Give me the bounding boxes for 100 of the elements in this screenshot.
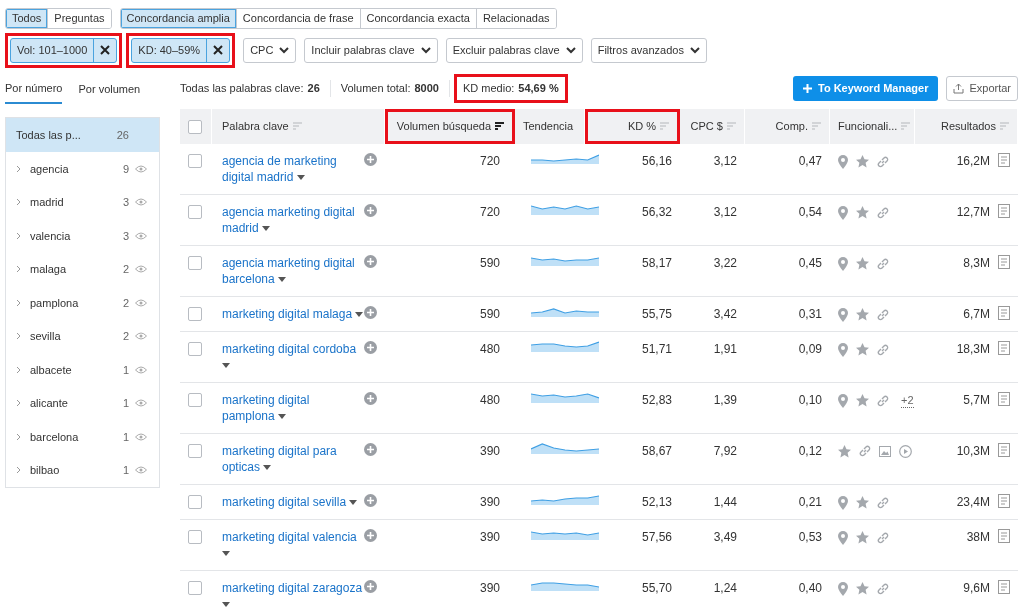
serp-report-icon[interactable] <box>998 152 1010 167</box>
match-tab[interactable]: Todos <box>6 9 49 28</box>
row-checkbox[interactable] <box>188 153 202 168</box>
keyword-link[interactable]: agencia marketing digital madrid <box>222 203 364 236</box>
trend-sparkline <box>531 528 599 540</box>
chevron-down-icon <box>420 46 431 54</box>
group-tab[interactable]: Por número <box>5 77 63 104</box>
group-count: 26 <box>116 127 129 143</box>
caret-down-icon[interactable] <box>296 174 305 180</box>
row-checkbox[interactable] <box>188 204 202 219</box>
serp-report-icon[interactable] <box>998 340 1010 355</box>
more-features-link[interactable]: +2 <box>901 393 914 408</box>
row-checkbox[interactable] <box>188 580 202 595</box>
filter-dropdown[interactable]: Filtros avanzados <box>590 38 707 63</box>
caret-down-icon[interactable] <box>278 413 287 419</box>
kd-value: 55,75 <box>641 305 672 322</box>
add-circle-icon[interactable] <box>364 152 377 166</box>
add-circle-icon[interactable] <box>364 493 377 507</box>
keyword-link[interactable]: marketing digital zaragoza <box>222 579 364 612</box>
stat-value: 26 <box>307 82 320 95</box>
column-header[interactable]: KD % <box>585 108 680 144</box>
group-item[interactable]: valencia 3 <box>6 219 159 253</box>
caret-down-icon[interactable] <box>263 464 272 470</box>
serp-report-icon[interactable] <box>998 493 1010 508</box>
add-circle-icon[interactable] <box>364 442 377 456</box>
keyword-link[interactable]: marketing digital para opticas <box>222 442 364 475</box>
keyword-link[interactable]: marketing digital valencia <box>222 528 364 561</box>
add-circle-icon[interactable] <box>364 203 377 217</box>
add-circle-icon[interactable] <box>364 340 377 354</box>
serp-report-icon[interactable] <box>998 528 1010 543</box>
column-label: Volumen búsqueda <box>396 118 491 134</box>
filter-dropdown[interactable]: Excluir palabras clave <box>445 38 583 63</box>
caret-down-icon[interactable] <box>349 499 358 505</box>
row-checkbox[interactable] <box>188 392 202 407</box>
chevron-down-icon <box>279 46 290 54</box>
filter-chip[interactable]: KD: 40–59% <box>131 38 231 63</box>
keyword-link[interactable]: agencia de marketing digital madrid <box>222 152 364 185</box>
column-header[interactable]: Tendencia <box>515 108 585 144</box>
serp-report-icon[interactable] <box>998 442 1010 457</box>
trend-sparkline <box>531 340 599 352</box>
group-item[interactable]: sevilla 2 <box>6 319 159 353</box>
filter-dropdown[interactable]: Incluir palabras clave <box>304 38 438 63</box>
group-label: malaga <box>30 262 68 277</box>
serp-report-icon[interactable] <box>998 254 1010 269</box>
group-item[interactable]: agencia 9 <box>6 152 159 186</box>
group-item[interactable]: barcelona 1 <box>6 420 159 454</box>
caret-down-icon[interactable] <box>222 550 230 556</box>
group-item[interactable]: alicante 1 <box>6 386 159 420</box>
filter-chip[interactable]: Vol: 101–1000 <box>10 38 118 63</box>
competition-value: 0,10 <box>798 391 822 408</box>
serp-report-icon[interactable] <box>998 579 1010 594</box>
stat-label: KD medio: <box>462 81 515 97</box>
group-item[interactable]: pamplona 2 <box>6 286 159 320</box>
add-circle-icon[interactable] <box>364 579 377 593</box>
caret-down-icon[interactable] <box>222 362 230 368</box>
add-circle-icon[interactable] <box>364 254 377 268</box>
caret-down-icon[interactable] <box>222 601 230 607</box>
select-all-checkbox[interactable] <box>188 119 202 134</box>
match-tab[interactable]: Concordancia amplia <box>120 9 237 28</box>
chevron-right-icon <box>16 198 21 207</box>
group-tab[interactable]: Por volumen <box>78 77 141 104</box>
eye-icon <box>135 198 147 207</box>
column-header[interactable]: Resultados <box>915 108 1018 144</box>
trend-sparkline <box>531 152 599 164</box>
group-count: 2 <box>122 329 129 344</box>
column-header[interactable]: Palabra clave <box>212 108 385 144</box>
column-header[interactable]: Comp. <box>745 108 830 144</box>
competition-value: 0,21 <box>798 493 822 510</box>
row-checkbox[interactable] <box>188 341 202 356</box>
row-checkbox[interactable] <box>188 494 202 509</box>
add-circle-icon[interactable] <box>364 391 377 405</box>
row-checkbox[interactable] <box>188 443 202 458</box>
group-item[interactable]: albacete 1 <box>6 353 159 387</box>
group-item[interactable]: malaga 2 <box>6 252 159 286</box>
keyword-link[interactable]: marketing digital cordoba <box>222 340 364 373</box>
group-item[interactable]: bilbao 1 <box>6 453 159 487</box>
column-header[interactable]: Volumen búsqueda <box>385 108 515 144</box>
chevron-right-icon <box>16 466 21 475</box>
caret-down-icon[interactable] <box>262 225 270 231</box>
competition-value: 0,47 <box>798 152 822 169</box>
serp-report-icon[interactable] <box>998 203 1010 218</box>
add-circle-icon[interactable] <box>364 528 377 542</box>
group-item[interactable]: madrid 3 <box>6 185 159 219</box>
column-header[interactable]: CPC $ <box>680 108 745 144</box>
export-button[interactable]: Exportar <box>946 76 1018 101</box>
keyword-link[interactable]: marketing digital pamplona <box>222 391 364 424</box>
filter-dropdown[interactable]: CPC <box>243 38 297 63</box>
serp-report-icon[interactable] <box>998 305 1010 320</box>
caret-down-icon[interactable] <box>278 276 287 282</box>
group-item[interactable]: Todas las p... 26 <box>6 118 159 152</box>
group-label: madrid <box>30 195 65 210</box>
keyword-link[interactable]: agencia marketing digital barcelona <box>222 254 364 287</box>
row-checkbox[interactable] <box>188 255 202 270</box>
column-header[interactable]: Funcionali... <box>830 108 915 144</box>
keyword-link[interactable]: marketing digital malaga <box>222 305 364 322</box>
row-checkbox[interactable] <box>188 306 202 321</box>
caret-down-icon[interactable] <box>355 311 364 317</box>
keyword-link[interactable]: marketing digital sevilla <box>222 493 358 510</box>
serp-report-icon[interactable] <box>998 391 1010 406</box>
row-checkbox[interactable] <box>188 529 202 544</box>
